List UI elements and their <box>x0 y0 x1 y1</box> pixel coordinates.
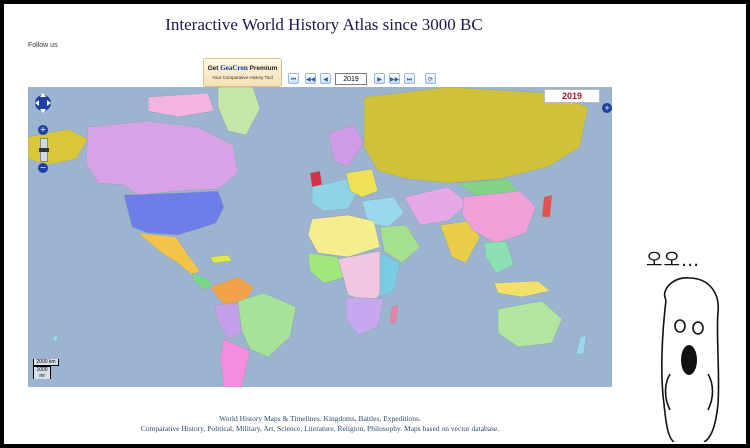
map-scale: 2000 km 1000 mi <box>33 359 59 379</box>
peru-bolivia <box>213 302 243 340</box>
hawaii <box>51 334 59 344</box>
southern-africa <box>345 296 385 336</box>
follow-us-label[interactable]: Follow us <box>28 42 58 49</box>
uk <box>309 170 323 188</box>
zoom-out-button[interactable]: − <box>38 163 48 173</box>
page: Interactive World History Atlas since 30… <box>4 4 746 444</box>
usa <box>123 190 225 236</box>
map-canvas[interactable] <box>28 87 612 387</box>
scale-mi: 1000 mi <box>33 366 51 379</box>
scale-km: 2000 km <box>33 359 59 366</box>
australia <box>497 300 563 348</box>
brazil <box>237 292 297 358</box>
forward-year-button[interactable]: ▶ <box>374 73 385 84</box>
mexico <box>137 232 201 276</box>
map-year-label: 2019 <box>544 89 600 103</box>
promo-tagline: Your Comparative History Tool <box>212 75 273 80</box>
iran-central-asia <box>403 186 469 226</box>
footer-line-2: Comparative History, Political, Military… <box>140 424 500 433</box>
world-map[interactable]: 2019 + − + 2000 km 1000 mi <box>28 87 612 387</box>
first-year-button[interactable]: ⏮ <box>288 73 299 84</box>
zoom-in-button[interactable]: + <box>38 125 48 135</box>
madagascar <box>389 304 399 324</box>
alaska <box>28 128 89 166</box>
promo-title: Get GeaCron Premium <box>207 64 278 72</box>
central-america <box>191 272 213 290</box>
indonesia <box>493 280 551 298</box>
premium-promo-button[interactable]: Get GeaCron Premium Your Comparative His… <box>203 58 282 87</box>
scandinavia <box>327 124 365 168</box>
caribbean <box>209 254 233 264</box>
page-title: Interactive World History Atlas since 30… <box>165 15 483 34</box>
canada <box>85 120 239 196</box>
new-zealand <box>575 334 587 356</box>
forward-century-button[interactable]: ▶▶ <box>389 73 400 84</box>
refresh-button[interactable]: ⟳ <box>425 73 436 84</box>
back-year-button[interactable]: ◀ <box>320 73 331 84</box>
argentina-chile <box>219 338 251 387</box>
last-year-button[interactable]: ⏭ <box>404 73 415 84</box>
greenland <box>217 87 261 136</box>
footer: World History Maps & Timelines. Kingdoms… <box>4 414 636 434</box>
back-century-button[interactable]: ◀◀ <box>305 73 316 84</box>
southeast-asia <box>483 240 515 274</box>
year-input[interactable] <box>335 73 367 85</box>
pan-control[interactable] <box>34 91 52 115</box>
arctic-islands <box>147 92 215 118</box>
footer-line-1: World History Maps & Timelines. Kingdoms… <box>219 414 421 423</box>
screaming-face-doodle <box>661 277 720 442</box>
zoom-slider-handle[interactable] <box>39 148 49 152</box>
north-africa <box>307 214 381 258</box>
layer-switcher-button[interactable]: + <box>602 103 612 113</box>
japan <box>541 194 553 218</box>
zoom-slider[interactable] <box>39 138 49 162</box>
